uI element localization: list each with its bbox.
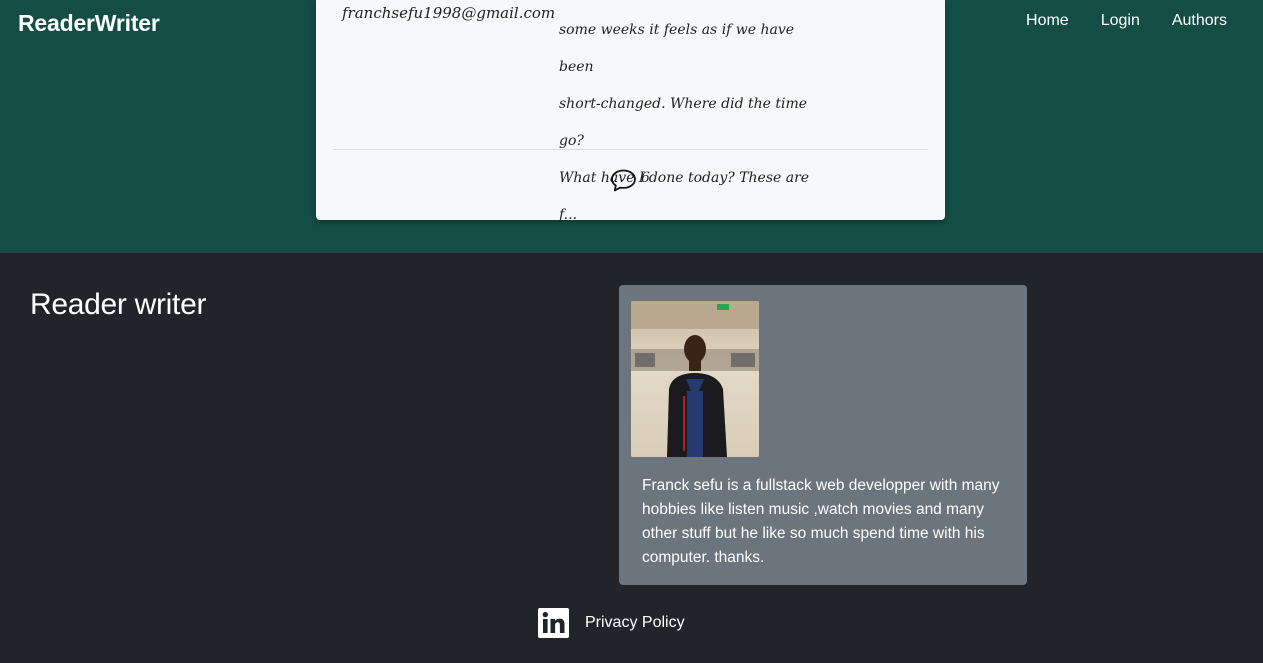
nav-authors-link[interactable]: Authors	[1172, 12, 1227, 30]
comments-button[interactable]: 6	[610, 168, 650, 193]
footer-links: Privacy Policy	[538, 608, 685, 638]
comment-count: 6	[641, 169, 650, 186]
brand-logo[interactable]: ReaderWriter	[18, 10, 160, 37]
footer-title: Reader writer	[30, 288, 207, 321]
privacy-policy-link[interactable]: Privacy Policy	[585, 614, 685, 632]
excerpt-line: What have I done today? These are f...	[559, 170, 810, 223]
speech-bubble-icon	[611, 169, 636, 192]
nav-links: Home Login Authors	[1026, 12, 1227, 30]
post-excerpt: some weeks it feels as if we have been s…	[559, 12, 819, 234]
linkedin-icon[interactable]	[538, 608, 569, 638]
card-divider	[333, 149, 928, 150]
nav-home-link[interactable]: Home	[1026, 12, 1069, 30]
author-photo	[631, 301, 759, 457]
author-bio: Franck sefu is a fullstack web developpe…	[642, 477, 1000, 566]
nav-login-link[interactable]: Login	[1101, 12, 1140, 30]
navbar: ReaderWriter Home Login Authors	[0, 0, 1263, 44]
author-card: Franck sefu is a fullstack web developpe…	[619, 285, 1027, 585]
